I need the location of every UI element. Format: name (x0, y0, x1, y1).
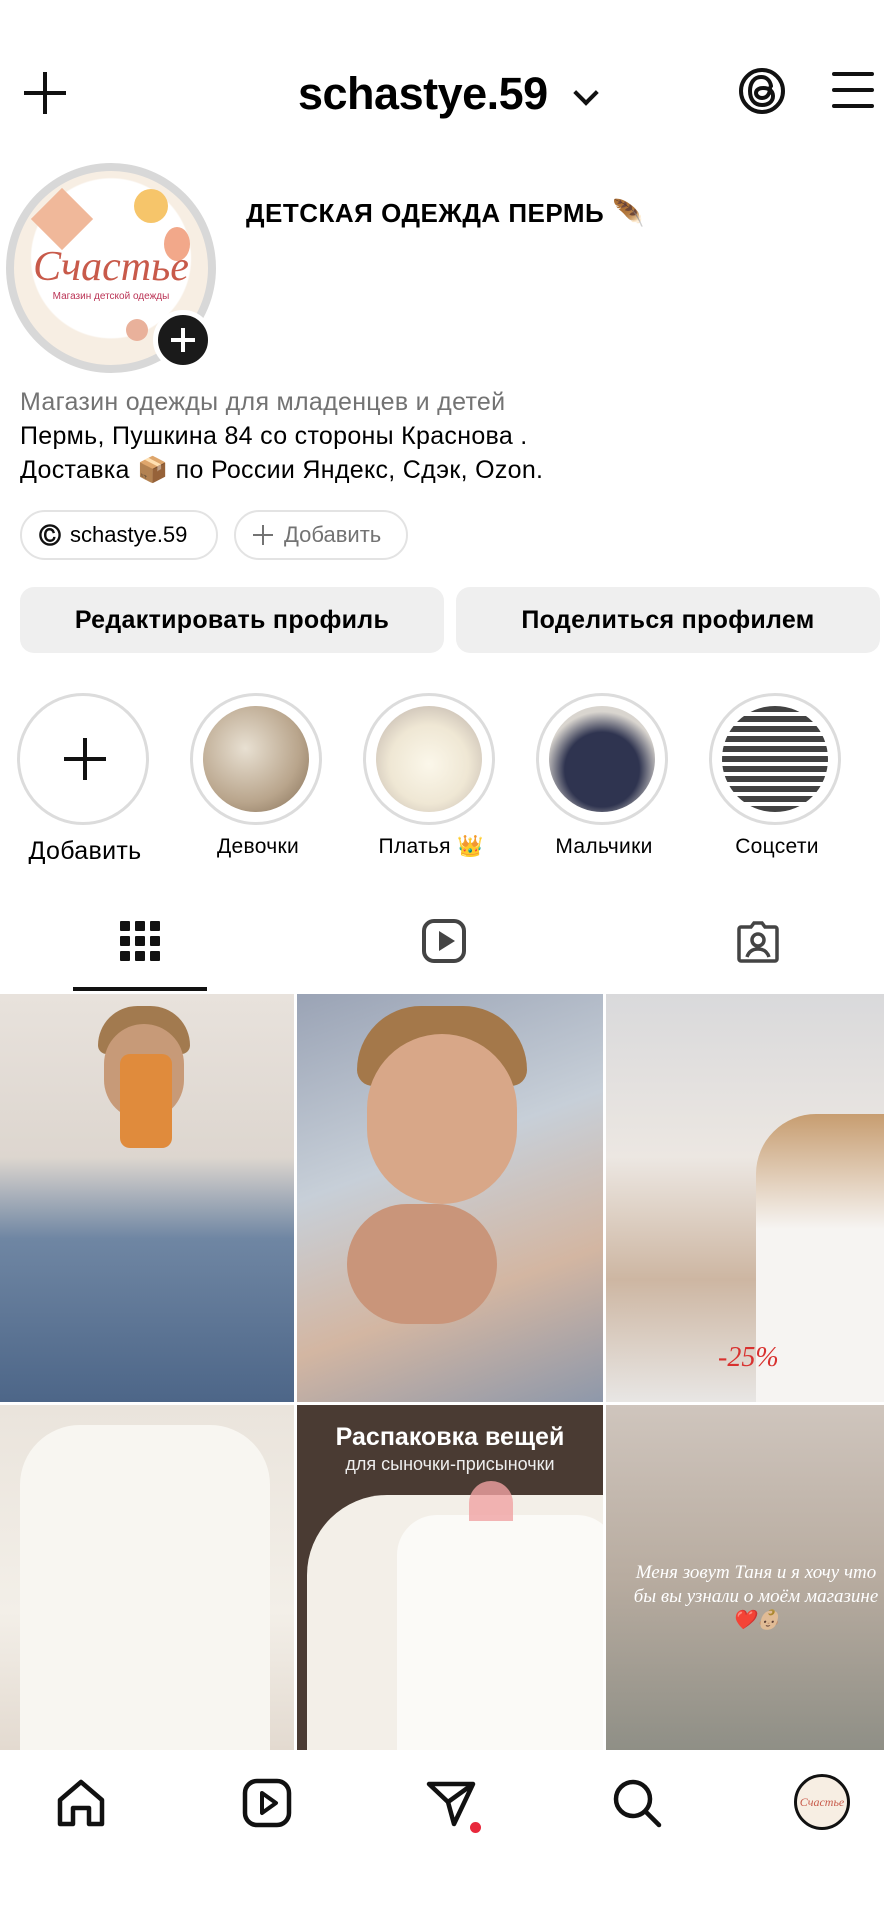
bio-line-address: Пермь, Пушкина 84 со стороны Краснова . (20, 422, 528, 450)
post-3-discount-text: -25% (718, 1342, 779, 1373)
reels-icon[interactable] (240, 1776, 294, 1830)
post-figure (367, 1034, 517, 1204)
highlight-devochki[interactable]: Девочки (190, 693, 326, 858)
active-tab-indicator (73, 987, 207, 991)
post-2[interactable] (297, 994, 603, 1402)
avatar-logo-subtitle: Магазин детской одежды (52, 291, 170, 302)
highlight-platya[interactable]: Платья 👑 (363, 693, 499, 858)
threads-link-pill[interactable]: schastye.59 (20, 510, 218, 560)
avatar-logo-mini: Счастье (799, 1795, 845, 1809)
reels-icon[interactable] (422, 919, 466, 963)
post-1[interactable] (0, 994, 294, 1402)
profile-tabs (0, 915, 884, 991)
sun-decoration (134, 189, 168, 223)
menu-icon[interactable] (832, 72, 874, 108)
post-6[interactable]: Меня зовут Таня и я хочу что бы вы узнал… (606, 1405, 884, 1750)
bottom-nav: Счастье (0, 1750, 884, 1920)
highlight-label: Мальчики (555, 835, 653, 858)
post-figure (397, 1515, 603, 1750)
post-5-subtitle: для сыночки-присыночки (345, 1454, 555, 1474)
profile-tab-avatar[interactable]: Счастье (794, 1774, 850, 1830)
top-bar: schastye.59 (0, 60, 884, 126)
threads-pill-label: schastye.59 (70, 522, 188, 547)
plus-icon (252, 524, 274, 546)
post-6-text: Меня зовут Таня и я хочу что бы вы узнал… (633, 1562, 879, 1631)
plus-icon (17, 693, 149, 825)
direct-icon[interactable] (424, 1776, 478, 1830)
add-link-pill[interactable]: Добавить (234, 510, 408, 560)
bio-category: Магазин одежды для младенцев и детей (20, 388, 506, 416)
grid-icon[interactable] (120, 921, 160, 961)
search-icon[interactable] (610, 1776, 664, 1830)
avatar-logo: Счастье (33, 244, 189, 290)
edit-profile-button[interactable]: Редактировать профиль (20, 587, 444, 653)
home-icon[interactable] (54, 1776, 108, 1830)
account-username[interactable]: schastye.59 (298, 68, 548, 120)
notification-dot (470, 1822, 481, 1833)
heart-decoration (469, 1481, 513, 1521)
bio-line-delivery: Доставка 📦 по России Яндекс, Сдэк, Ozon. (20, 456, 544, 484)
share-profile-button[interactable]: Поделиться профилем (456, 587, 880, 653)
add-story-icon[interactable] (153, 310, 213, 370)
post-figure (20, 1425, 270, 1750)
create-plus-icon[interactable] (22, 70, 68, 116)
highlight-malchiki[interactable]: Мальчики (536, 693, 672, 858)
business-name: ДЕТСКАЯ ОДЕЖДА ПЕРМЬ 🪶 (246, 198, 645, 228)
post-figure (347, 1204, 497, 1324)
chevron-down-icon[interactable] (573, 80, 599, 106)
highlight-image (549, 706, 655, 812)
highlight-label: Добавить (28, 837, 142, 865)
threads-icon (39, 524, 61, 546)
highlight-add[interactable]: Добавить (17, 693, 153, 865)
highlight-label: Соцсети (735, 835, 819, 858)
highlight-label: Девочки (217, 835, 299, 858)
post-4[interactable] (0, 1405, 294, 1750)
tagged-icon[interactable] (735, 919, 781, 965)
bio: Магазин одежды для младенцев и детей Пер… (20, 385, 543, 487)
highlight-socseti[interactable]: Соцсети (709, 693, 845, 858)
threads-icon[interactable] (738, 66, 786, 116)
phone-shape (120, 1054, 172, 1148)
toy-decoration (126, 319, 148, 341)
post-5[interactable]: Распаковка вещей для сыночки-присыночки (297, 1405, 603, 1750)
post-5-title: Распаковка вещей (335, 1423, 565, 1451)
highlight-image (376, 706, 482, 812)
highlight-label: Платья 👑 (378, 835, 484, 858)
qr-code-image (722, 706, 828, 812)
add-pill-label: Добавить (284, 522, 382, 547)
kite-decoration (30, 187, 94, 251)
post-3[interactable]: -25% (606, 994, 884, 1402)
highlight-image (203, 706, 309, 812)
